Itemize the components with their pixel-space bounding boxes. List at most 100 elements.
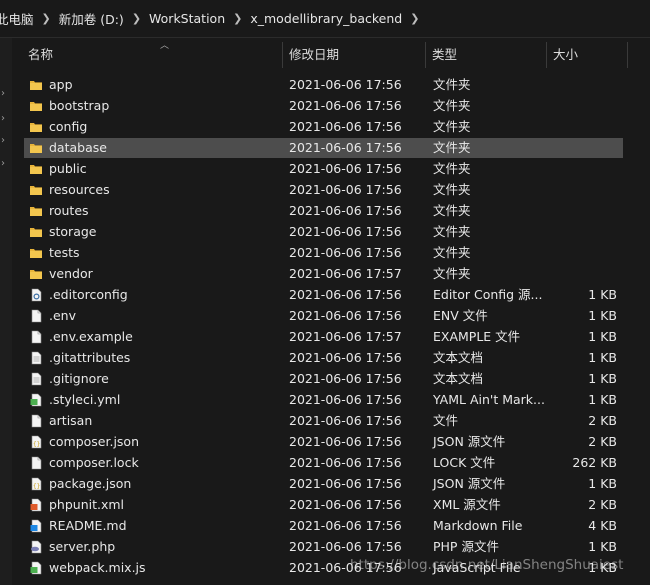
column-divider[interactable] xyxy=(546,42,547,68)
file-row[interactable]: phpunit.xml 2021-06-06 17:56 XML 源文件 2 KB xyxy=(24,495,623,515)
column-divider[interactable] xyxy=(627,42,628,68)
file-row[interactable]: resources 2021-06-06 17:56 文件夹 xyxy=(24,180,623,200)
json-file-icon: {} xyxy=(29,477,43,491)
file-name: server.php xyxy=(49,539,116,554)
file-modified-date: 2021-06-06 17:56 xyxy=(289,371,402,386)
breadcrumb-drive[interactable]: 新加卷 (D:) xyxy=(55,9,128,28)
expand-arrow-icon[interactable]: › xyxy=(1,135,5,146)
expand-arrow-icon[interactable]: › xyxy=(1,113,5,124)
text-file-icon xyxy=(29,372,43,386)
file-row[interactable]: public 2021-06-06 17:56 文件夹 xyxy=(24,159,623,179)
file-row[interactable]: .editorconfig 2021-06-06 17:56 Editor Conf… xyxy=(24,285,623,305)
svg-text:{}: {} xyxy=(33,483,40,490)
column-divider[interactable] xyxy=(282,42,283,68)
file-row[interactable]: composer.lock 2021-06-06 17:56 LOCK 文件 262 … xyxy=(24,453,623,473)
file-modified-date: 2021-06-06 17:56 xyxy=(289,434,402,449)
file-modified-date: 2021-06-06 17:56 xyxy=(289,161,402,176)
file-modified-date: 2021-06-06 17:56 xyxy=(289,497,402,512)
file-row[interactable]: config 2021-06-06 17:56 文件夹 xyxy=(24,117,623,137)
file-name: bootstrap xyxy=(49,98,110,113)
svg-text:{}: {} xyxy=(33,441,40,448)
file-row[interactable]: bootstrap 2021-06-06 17:56 文件夹 xyxy=(24,96,623,116)
file-modified-date: 2021-06-06 17:56 xyxy=(289,350,402,365)
file-row[interactable]: storage 2021-06-06 17:56 文件夹 xyxy=(24,222,623,242)
folder-icon xyxy=(29,162,43,176)
column-name-header[interactable]: 名称 xyxy=(24,38,282,71)
navigation-pane[interactable]: › › › › xyxy=(0,38,12,585)
column-date-header[interactable]: 修改日期 xyxy=(285,38,425,71)
file-modified-date: 2021-06-06 17:57 xyxy=(289,329,402,344)
expand-arrow-icon[interactable]: › xyxy=(1,88,5,99)
file-name: public xyxy=(49,161,87,176)
file-name: database xyxy=(49,140,107,155)
file-type: 文本文档 xyxy=(433,350,484,365)
file-type: 文件夹 xyxy=(433,77,471,92)
breadcrumb-workstation[interactable]: WorkStation xyxy=(145,11,229,26)
markdown-file-icon xyxy=(29,519,43,533)
file-row[interactable]: routes 2021-06-06 17:56 文件夹 xyxy=(24,201,623,221)
chevron-right-icon[interactable]: ❯ xyxy=(406,12,423,25)
file-icon xyxy=(29,309,43,323)
address-bar[interactable]: 此电脑 ❯ 新加卷 (D:) ❯ WorkStation ❯ x_modelli… xyxy=(0,0,650,38)
file-row[interactable]: tests 2021-06-06 17:56 文件夹 xyxy=(24,243,623,263)
expand-arrow-icon[interactable]: › xyxy=(1,158,5,169)
file-row[interactable]: .styleci.yml 2021-06-06 17:56 YAML Ain't M… xyxy=(24,390,623,410)
file-row[interactable]: vendor 2021-06-06 17:57 文件夹 xyxy=(24,264,623,284)
file-name: artisan xyxy=(49,413,93,428)
file-type: ENV 文件 xyxy=(433,308,488,323)
file-modified-date: 2021-06-06 17:56 xyxy=(289,392,402,407)
file-type: 文件夹 xyxy=(433,140,471,155)
file-row[interactable]: README.md 2021-06-06 17:56 Markdown File 4 … xyxy=(24,516,623,536)
file-type: JSON 源文件 xyxy=(433,476,506,491)
file-size: 1 KB xyxy=(588,350,617,365)
file-row[interactable]: server.php 2021-06-06 17:56 PHP 源文件 1 KB xyxy=(24,537,623,557)
folder-icon xyxy=(29,204,43,218)
column-divider[interactable] xyxy=(425,42,426,68)
file-row[interactable]: .env 2021-06-06 17:56 ENV 文件 1 KB xyxy=(24,306,623,326)
chevron-right-icon[interactable]: ❯ xyxy=(229,12,246,25)
folder-icon xyxy=(29,225,43,239)
gear-file-icon xyxy=(29,288,43,302)
file-name: config xyxy=(49,119,88,134)
file-modified-date: 2021-06-06 17:56 xyxy=(289,539,402,554)
file-row[interactable]: .gitattributes 2021-06-06 17:56 文本文档 1 KB xyxy=(24,348,623,368)
file-name: vendor xyxy=(49,266,93,281)
folder-icon xyxy=(29,267,43,281)
file-row[interactable]: app 2021-06-06 17:56 文件夹 xyxy=(24,75,623,95)
column-header: ︿ 名称 修改日期 类型 大小 xyxy=(12,38,650,71)
yaml-file-icon xyxy=(29,393,43,407)
file-modified-date: 2021-06-06 17:56 xyxy=(289,518,402,533)
file-icon xyxy=(29,456,43,470)
chevron-right-icon[interactable]: ❯ xyxy=(128,12,145,25)
file-type: 文件夹 xyxy=(433,182,471,197)
file-name: .gitignore xyxy=(49,371,109,386)
breadcrumb-current-folder[interactable]: x_modellibrary_backend xyxy=(246,11,406,26)
breadcrumb-this-pc[interactable]: 此电脑 xyxy=(0,9,38,28)
column-size-header[interactable]: 大小 xyxy=(549,38,627,71)
file-name: .styleci.yml xyxy=(49,392,121,407)
file-type: Editor Config 源... xyxy=(433,287,543,302)
file-row[interactable]: {} package.json 2021-06-06 17:56 JSON 源文件 1 … xyxy=(24,474,623,494)
file-name: .env.example xyxy=(49,329,133,344)
file-modified-date: 2021-06-06 17:56 xyxy=(289,413,402,428)
file-size: 262 KB xyxy=(572,455,617,470)
file-modified-date: 2021-06-06 17:56 xyxy=(289,455,402,470)
file-name: app xyxy=(49,77,73,92)
chevron-right-icon[interactable]: ❯ xyxy=(38,12,55,25)
file-row[interactable]: {} composer.json 2021-06-06 17:56 JSON 源文件 2… xyxy=(24,432,623,452)
file-row[interactable]: database 2021-06-06 17:56 文件夹 xyxy=(24,138,623,158)
folder-icon xyxy=(29,99,43,113)
js-file-icon xyxy=(29,561,43,575)
file-row[interactable]: artisan 2021-06-06 17:56 文件 2 KB xyxy=(24,411,623,431)
file-name: .editorconfig xyxy=(49,287,128,302)
file-type: 文本文档 xyxy=(433,371,484,386)
file-name: .env xyxy=(49,308,76,323)
file-modified-date: 2021-06-06 17:56 xyxy=(289,119,402,134)
file-name: webpack.mix.js xyxy=(49,560,146,575)
file-name: README.md xyxy=(49,518,127,533)
file-row[interactable]: .gitignore 2021-06-06 17:56 文本文档 1 KB xyxy=(24,369,623,389)
column-type-header[interactable]: 类型 xyxy=(428,38,546,71)
file-type: YAML Ain't Mark... xyxy=(433,392,545,407)
file-type: 文件夹 xyxy=(433,203,471,218)
file-row[interactable]: .env.example 2021-06-06 17:57 EXAMPLE 文件 1 … xyxy=(24,327,623,347)
